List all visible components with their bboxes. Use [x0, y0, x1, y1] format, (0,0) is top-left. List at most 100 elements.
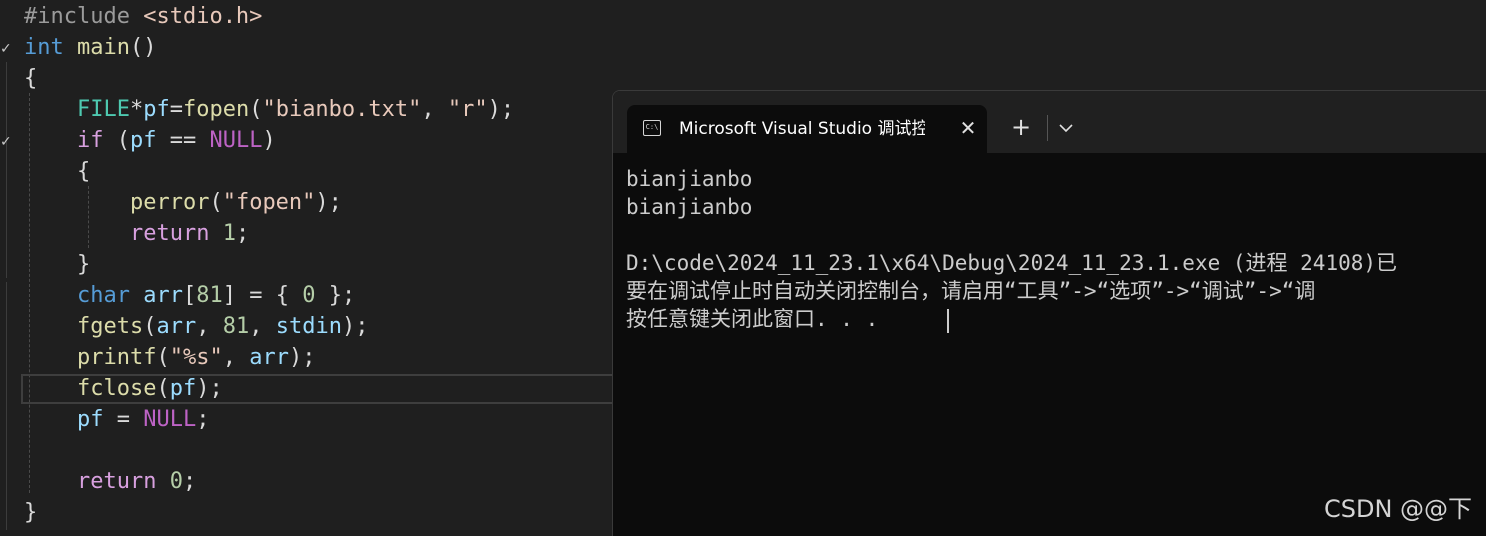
code-token: } — [24, 252, 91, 277]
code-token: return — [129, 221, 210, 246]
code-token: NULL — [209, 128, 263, 153]
code-token: printf — [76, 345, 157, 370]
code-token: fopen — [182, 97, 250, 122]
code-token: ); — [487, 97, 515, 122]
code-token: } — [24, 500, 38, 525]
code-token: 81 — [222, 314, 250, 339]
code-line: } — [24, 497, 37, 528]
code-line: } — [24, 249, 90, 280]
indent-guide — [29, 93, 30, 493]
terminal-icon: C:\ — [643, 120, 661, 136]
code-token: 0 — [302, 283, 316, 308]
code-token: ( — [103, 128, 130, 153]
code-line: char arr[81] = { 0 }; — [24, 280, 355, 311]
fold-toggle-icon[interactable]: ✓ — [0, 132, 14, 152]
code-token: return — [76, 469, 157, 494]
code-token: pf — [129, 128, 157, 153]
code-token: 1 — [222, 221, 236, 246]
code-token: 0 — [169, 469, 183, 494]
code-token: [ — [182, 283, 197, 308]
code-token: ( — [156, 345, 170, 370]
code-token: = — [169, 97, 183, 122]
tab-debug-console[interactable]: C:\ Microsoft Visual Studio 调试控制台 ✕ — [627, 105, 987, 153]
code-token: arr — [156, 314, 197, 339]
code-token: == — [156, 128, 210, 153]
code-token: FILE — [76, 97, 130, 122]
indent-guide — [88, 186, 89, 248]
console-output-line: D:\code\2024_11_23.1\x64\Debug\2024_11_2… — [626, 251, 1398, 275]
gutter-fold-bar — [6, 62, 7, 278]
code-token: { — [24, 159, 91, 184]
code-line: if (pf == NULL) — [24, 125, 276, 156]
code-line: int main() — [24, 32, 156, 63]
csdn-watermark: CSDN @@下 — [1324, 495, 1473, 523]
code-token: ; — [235, 221, 250, 246]
code-token: NULL — [143, 407, 197, 432]
text-cursor — [947, 309, 949, 333]
new-tab-button[interactable]: + — [1007, 113, 1035, 141]
code-line: FILE*pf=fopen("bianbo.txt", "r"); — [24, 94, 514, 125]
console-output-line: 要在调试停止时自动关闭控制台，请启用“工具”->“选项”->“调试”->“调 — [626, 279, 1316, 303]
code-token: if — [76, 128, 104, 153]
close-icon[interactable]: ✕ — [955, 115, 981, 141]
code-line: { — [24, 156, 90, 187]
code-line: fgets(arr, 81, stdin); — [24, 311, 368, 342]
console-output-line: bianjianbo — [626, 167, 753, 191]
code-line: pf = NULL; — [24, 404, 209, 435]
code-token: ) — [262, 128, 276, 153]
chevron-down-icon[interactable] — [1056, 115, 1076, 141]
code-line: return 0; — [24, 466, 196, 497]
code-token: , — [222, 345, 250, 370]
code-token: ); — [341, 314, 369, 339]
code-token: , — [249, 314, 276, 339]
code-token: = — [103, 407, 144, 432]
code-token: arr — [143, 283, 183, 308]
code-token: ; — [196, 407, 210, 432]
code-line: perror("fopen"); — [24, 187, 342, 218]
tab-title: Microsoft Visual Studio 调试控制台 — [679, 119, 925, 139]
fold-toggle-icon[interactable]: ✓ — [0, 39, 14, 59]
code-token: ); — [288, 345, 316, 370]
code-token: , — [421, 97, 448, 122]
code-token: char — [76, 283, 130, 308]
code-token: * — [129, 97, 144, 122]
code-token: pf — [143, 97, 170, 122]
code-token: ( — [143, 314, 157, 339]
code-token: }; — [315, 283, 356, 308]
code-token: <stdio.h> — [143, 4, 263, 29]
code-token: , — [196, 314, 223, 339]
code-token: int — [24, 35, 64, 60]
code-token: "bianbo.txt" — [262, 97, 422, 122]
code-token: "%s" — [169, 345, 223, 370]
code-token: main — [77, 35, 130, 60]
code-token: fgets — [76, 314, 144, 339]
debug-console-window[interactable]: C:\ Microsoft Visual Studio 调试控制台 ✕ + bi… — [612, 90, 1486, 536]
code-token: #include — [24, 4, 144, 29]
tab-separator — [1047, 115, 1048, 141]
code-token: ] = { — [222, 283, 303, 308]
console-output-line: bianjianbo — [626, 195, 753, 219]
code-token: perror — [129, 190, 210, 215]
code-token: arr — [249, 345, 289, 370]
current-line-highlight — [21, 374, 621, 404]
code-token: ( — [209, 190, 223, 215]
gutter-fold-bar — [6, 282, 7, 530]
code-line: return 1; — [24, 218, 249, 249]
code-token: ( — [249, 97, 263, 122]
code-token: "r" — [447, 97, 488, 122]
code-line: { — [24, 63, 37, 94]
code-token: ); — [315, 190, 342, 215]
